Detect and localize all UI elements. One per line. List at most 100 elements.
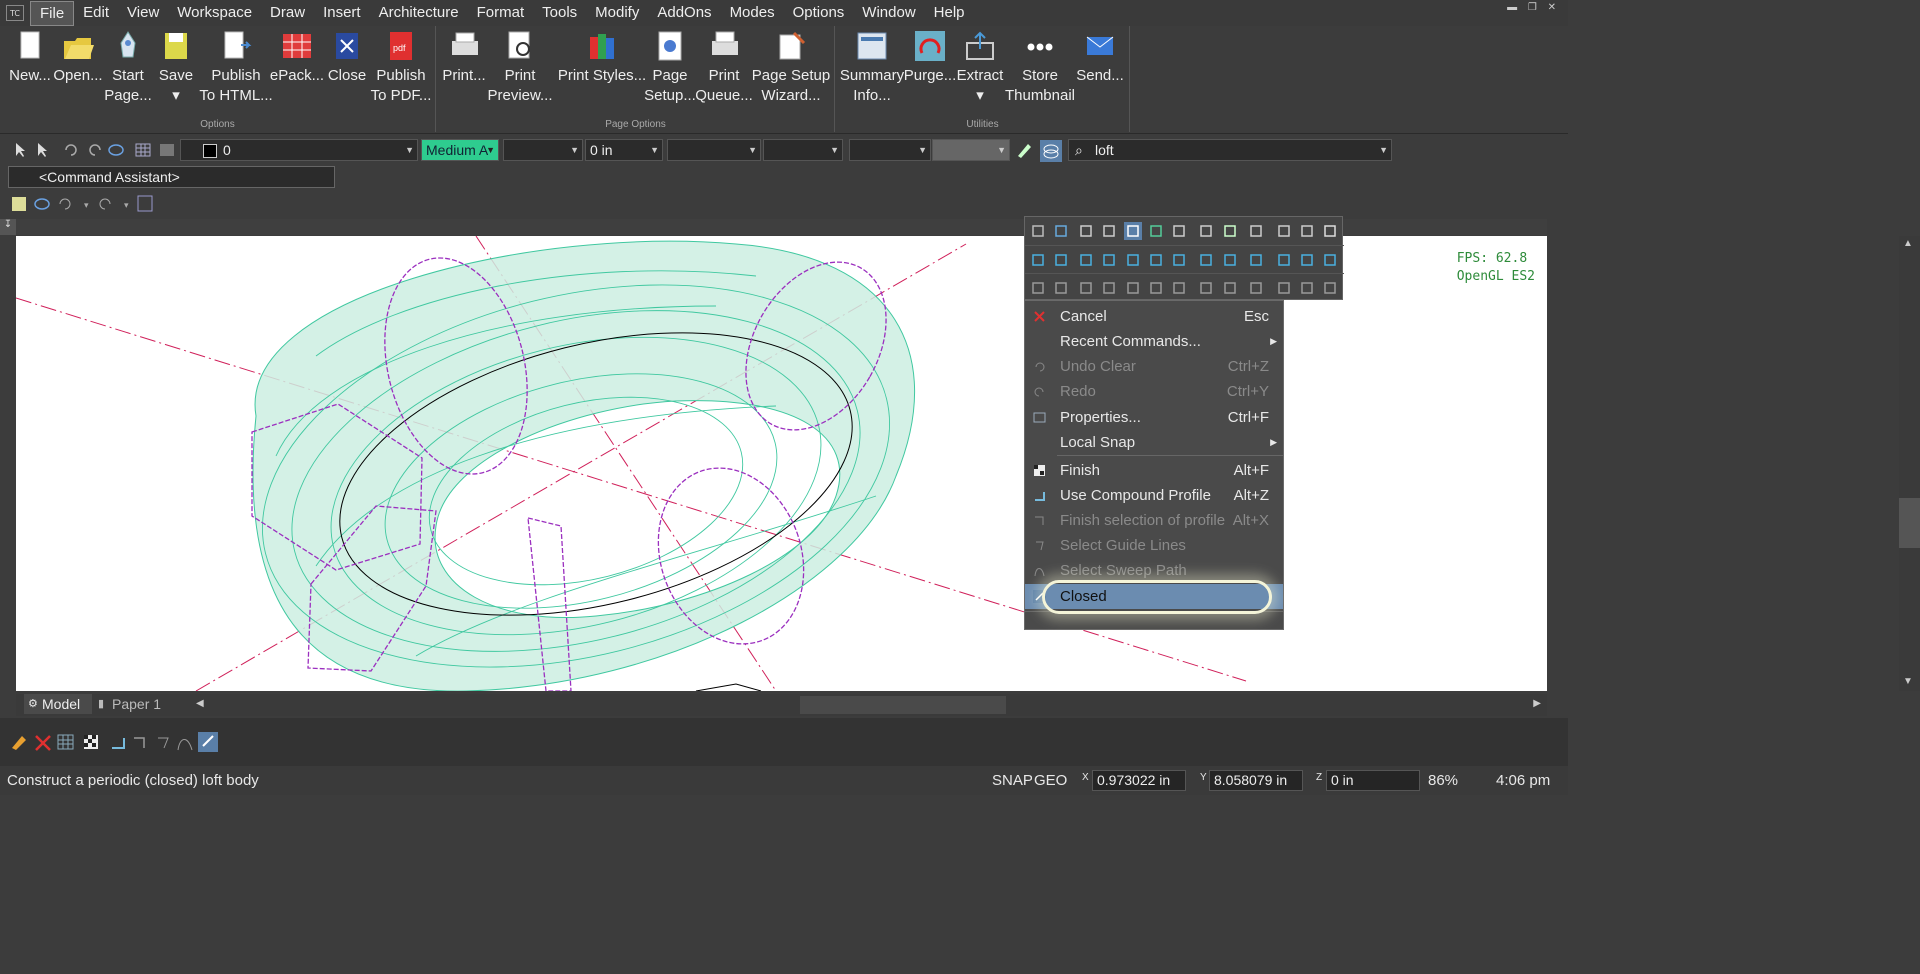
star-icon[interactable] [1029,279,1047,297]
fill-select[interactable]: ▼ [932,139,1010,161]
horizontal-scrollbar[interactable]: ◀ ▶ [190,694,1547,716]
loft-icon[interactable] [12,736,26,750]
property-toolbar-icons[interactable] [10,140,180,160]
select-icon[interactable] [1029,222,1047,240]
properties-icon[interactable] [57,734,74,750]
hat-icon[interactable] [1170,222,1188,240]
paste-icon[interactable] [1321,222,1339,240]
loft-a-icon[interactable] [1077,222,1095,240]
pen-icon[interactable] [1221,222,1239,240]
menu-modes[interactable]: Modes [721,1,784,26]
cube-g-icon[interactable] [1197,251,1215,269]
face-a-icon[interactable] [1029,251,1047,269]
chevron-down-icon[interactable]: ▼ [748,140,757,160]
x-coordinate-field[interactable]: 0.973022 in [1092,770,1186,791]
layer-select[interactable]: 0 ▼ [180,139,418,161]
loft-b-icon[interactable] [1100,222,1118,240]
solid-f-icon[interactable] [1221,279,1239,297]
print-preview-button[interactable]: Print Preview... [475,28,565,106]
scroll-right-icon[interactable]: ▶ [1533,698,1541,709]
menu-item-undo-clear[interactable]: Undo Clear Ctrl+Z [1025,354,1283,379]
menu-item-properties[interactable]: Properties... Ctrl+F [1025,405,1283,430]
cube-h-icon[interactable] [1221,251,1239,269]
chevron-down-icon[interactable]: ▼ [830,140,839,160]
menu-view[interactable]: View [118,1,168,26]
ucs-icon[interactable]: ↧ [0,219,16,235]
guide-lines-icon[interactable] [158,737,169,749]
menu-item-finish-selection-of-profile[interactable]: Finish selection of profile Alt+X [1025,508,1283,533]
cut-icon[interactable] [1275,222,1293,240]
scrollbar-thumb[interactable] [1899,498,1920,548]
zoom-icon[interactable] [1197,222,1215,240]
solid-a-icon[interactable] [1100,279,1118,297]
menu-window[interactable]: Window [853,1,924,26]
tab-paper-1[interactable]: ▮ Paper 1 [94,694,184,714]
solid-h-icon[interactable] [1275,279,1293,297]
property-extra-icons[interactable] [1014,140,1064,162]
menu-tools[interactable]: Tools [533,1,586,26]
drawing-viewport[interactable]: FPS: 62.8 OpenGL ES2 [16,236,1547,691]
menu-item-recent-commands[interactable]: Recent Commands... ▶ [1025,329,1283,354]
axis-icon[interactable] [1298,251,1316,269]
menu-workspace[interactable]: Workspace [168,1,261,26]
grid-icon[interactable] [1077,279,1095,297]
menu-modify[interactable]: Modify [586,1,648,26]
menu-architecture[interactable]: Architecture [370,1,468,26]
chevron-down-icon[interactable]: ▼ [918,140,927,160]
cube-d-icon[interactable] [1124,251,1142,269]
cancel-icon[interactable] [35,735,51,751]
menu-item-use-compound-profile[interactable]: Use Compound Profile Alt+Z [1025,483,1283,508]
command-search-input[interactable]: ⌕ loft ▼ [1068,139,1392,161]
scroll-down-icon[interactable]: ▼ [1903,676,1913,687]
cube-f-icon[interactable] [1170,251,1188,269]
menu-item-finish[interactable]: Finish Alt+F [1025,458,1283,483]
line-weight-select[interactable]: Medium A ▼ [421,139,499,161]
y-coordinate-field[interactable]: 8.058079 in [1209,770,1303,791]
shade-icon[interactable] [1147,222,1165,240]
loft-active-icon[interactable] [1124,222,1142,240]
finish-selection-icon[interactable] [134,737,145,748]
brush-select[interactable]: ▼ [849,139,931,161]
solid-d-icon[interactable] [1170,279,1188,297]
menu-item-select-guide-lines[interactable]: Select Guide Lines [1025,533,1283,558]
compound-profile-icon[interactable] [112,738,125,749]
pen-style-select[interactable]: ▼ [667,139,761,161]
app-icon[interactable]: TC [6,5,24,21]
vertical-scrollbar[interactable]: ▲ ▼ [1899,236,1920,691]
ruler-icon[interactable] [1052,279,1070,297]
menu-item-cancel[interactable]: Cancel Esc [1025,304,1283,329]
menu-options[interactable]: Options [784,1,854,26]
spire-icon[interactable] [1321,251,1339,269]
menu-file[interactable]: File [30,0,75,26]
line-style-select[interactable]: ▼ [503,139,583,161]
cube-b-icon[interactable] [1077,251,1095,269]
send-button[interactable]: Send... [1055,28,1145,86]
menu-edit[interactable]: Edit [74,1,118,26]
plane-icon[interactable] [1275,251,1293,269]
window-controls[interactable]: ▬ ❐ ✕ [1507,2,1560,13]
menu-addons[interactable]: AddOns [648,1,720,26]
rotate-icon[interactable] [1247,222,1265,240]
solid-c-icon[interactable] [1147,279,1165,297]
offset-select[interactable]: 0 in ▼ [585,139,663,161]
menu-insert[interactable]: Insert [314,1,370,26]
chevron-down-icon[interactable]: ▼ [997,140,1006,160]
solid-b-icon[interactable] [1124,279,1142,297]
chevron-down-icon[interactable]: ▼ [570,140,579,160]
z-coordinate-field[interactable]: 0 in [1326,770,1420,791]
cube-e-icon[interactable] [1147,251,1165,269]
menu-format[interactable]: Format [468,1,534,26]
scroll-left-icon[interactable]: ◀ [196,698,204,709]
solid-j-icon[interactable] [1321,279,1339,297]
menu-draw[interactable]: Draw [261,1,314,26]
solid-e-icon[interactable] [1197,279,1215,297]
pen-width-select[interactable]: ▼ [763,139,843,161]
copy-icon[interactable] [1298,222,1316,240]
select-add-icon[interactable] [1052,222,1070,240]
zoom-level[interactable]: 86% [1428,766,1458,795]
solid-i-icon[interactable] [1298,279,1316,297]
tab-model[interactable]: ⚙ Model [24,694,92,714]
cube-c-icon[interactable] [1100,251,1118,269]
quick-toolbar[interactable]: ▾ ▾ [0,192,170,216]
chevron-down-icon[interactable]: ▼ [486,140,495,160]
